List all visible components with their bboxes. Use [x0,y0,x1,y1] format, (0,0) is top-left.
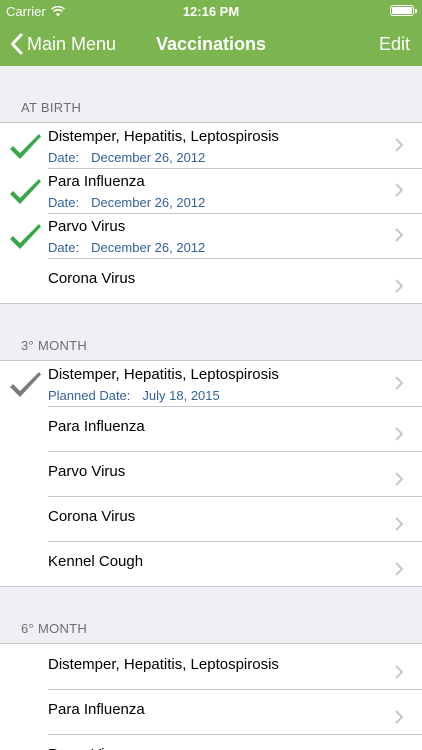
navigation-bar: Carrier 12:16 PM Main Menu Vaccinations … [0,0,422,66]
section-header: 3° MONTH [21,338,88,353]
vaccine-name: Corona Virus [48,270,136,287]
date-label: Date: [48,150,80,165]
chevron-right-icon [395,710,404,724]
vaccination-row[interactable]: Kennel Cough [0,541,422,586]
date-label: Date: [48,240,80,255]
vaccine-name: Distemper, Hepatitis, Leptospirosis [48,656,279,673]
status-bar: Carrier 12:16 PM [0,0,422,22]
vaccine-name: Corona Virus [48,508,136,525]
vaccination-group: Distemper, Hepatitis, Leptospirosis Plann… [0,360,422,587]
vaccine-name: Parvo Virus [48,746,125,750]
vaccine-name: Para Influenza [48,173,145,190]
vaccination-row[interactable]: Para Influenza [0,406,422,451]
chevron-right-icon [395,376,404,390]
chevron-right-icon [395,228,404,242]
vaccination-row[interactable]: Parvo Virus [0,451,422,496]
date-value: December 26, 2012 [91,195,206,210]
vaccine-name: Parvo Virus [48,463,126,480]
vaccination-row[interactable]: Para Influenza [0,689,422,734]
vaccination-group: Distemper, Hepatitis, Leptospirosis Para … [0,643,422,750]
date-value: December 26, 2012 [91,150,206,165]
vaccination-date: Date: December 26, 2012 [48,195,205,210]
vaccination-group: Distemper, Hepatitis, Leptospirosis Date:… [0,122,422,304]
clock: 12:16 PM [182,4,240,19]
vaccine-name: Para Influenza [48,418,145,435]
vaccine-name: Parvo Virus [48,218,126,235]
vaccine-name: Distemper, Hepatitis, Leptospirosis [48,366,279,383]
date-label: Planned Date: [48,388,131,403]
checkmark-icon [10,179,41,204]
section-header: AT BIRTH [21,100,82,115]
back-button-label: Main Menu [27,33,117,54]
vaccination-row[interactable]: Parvo Virus Date: December 26, 2012 [0,213,422,258]
vaccination-row[interactable]: Corona Virus [0,496,422,541]
planned-checkmark-icon [10,372,41,397]
vaccine-name: Kennel Cough [48,553,144,570]
date-label: Date: [48,195,80,210]
chevron-right-icon [395,517,404,531]
date-value: July 18, 2015 [142,388,220,403]
chevron-right-icon [395,138,404,152]
vaccination-row[interactable]: Para Influenza Date: December 26, 2012 [0,168,422,213]
vaccination-row[interactable]: Corona Virus [0,258,422,303]
vaccine-name: Para Influenza [48,701,145,718]
vaccination-date: Date: December 26, 2012 [48,240,205,255]
vaccination-row[interactable]: Parvo Virus [0,734,422,750]
vaccination-list: AT BIRTH Distemper, Hepatitis, Leptospiro… [0,66,422,750]
back-button[interactable]: Main Menu [10,22,116,66]
section-header: 6° MONTH [21,621,88,636]
checkmark-icon [10,224,41,249]
chevron-right-icon [395,665,404,679]
battery-icon [390,5,417,16]
date-value: December 26, 2012 [91,240,206,255]
vaccination-date: Planned Date: July 18, 2015 [48,388,220,403]
checkmark-icon [10,134,41,159]
chevron-right-icon [395,279,404,293]
chevron-right-icon [395,472,404,486]
edit-button[interactable]: Edit [379,22,410,66]
vaccination-row[interactable]: Distemper, Hepatitis, Leptospirosis Date:… [0,123,422,168]
chevron-right-icon [395,562,404,576]
chevron-right-icon [395,183,404,197]
vaccination-date: Date: December 26, 2012 [48,150,205,165]
vaccine-name: Distemper, Hepatitis, Leptospirosis [48,128,279,145]
vaccination-row[interactable]: Distemper, Hepatitis, Leptospirosis Plann… [0,361,422,406]
chevron-left-icon [11,33,23,55]
vaccination-row[interactable]: Distemper, Hepatitis, Leptospirosis [0,644,422,689]
chevron-right-icon [395,427,404,441]
